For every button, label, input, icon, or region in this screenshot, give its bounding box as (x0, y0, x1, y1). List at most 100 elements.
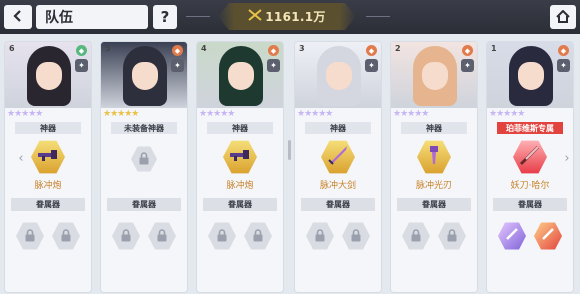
artifact-slot[interactable] (223, 140, 257, 174)
locked-equipment-slot[interactable] (16, 222, 44, 250)
equipment-section-label: 眷属器 (493, 198, 567, 211)
class-icon: ✦ (75, 59, 88, 72)
character-face (518, 62, 544, 90)
locked-equipment-slot[interactable] (342, 222, 370, 250)
artifact-icon (518, 143, 542, 171)
character-face (36, 62, 62, 90)
home-icon (556, 8, 570, 27)
equipment-icon (504, 226, 520, 246)
character-card[interactable]: 4 ◆ ✦ ★★★★★ 神器 脉冲炮 眷属器 (197, 42, 283, 292)
locked-equipment-slot[interactable] (438, 222, 466, 250)
artifact-slot[interactable] (417, 140, 451, 174)
artifact-icon (326, 143, 350, 171)
character-face (422, 62, 448, 90)
character-card[interactable]: 1 ◆ ✦ ★★★★★ 珀菲维斯专属 妖刀·哈尔 眷属器 (487, 42, 573, 292)
lock-icon (138, 150, 150, 169)
artifact-slot[interactable] (513, 140, 547, 174)
character-card[interactable]: 5 ◆ ✦ ★★★★★ 未装备神器 眷属器 (101, 42, 187, 292)
locked-equipment-slot[interactable] (244, 222, 272, 250)
class-icon: ✦ (557, 59, 570, 72)
artifact-name: 妖刀·哈尔 (510, 181, 550, 191)
artifact-slot[interactable] (131, 146, 157, 172)
page-title: 队伍 (36, 5, 148, 29)
artifact-slot[interactable] (321, 140, 355, 174)
lock-icon (24, 227, 36, 246)
equipment-section-label: 眷属器 (107, 198, 181, 211)
artifact-tag: 珀菲维斯专属 (497, 122, 563, 134)
help-button[interactable]: ? (153, 5, 177, 29)
equipment-section-label: 眷属器 (397, 198, 471, 211)
back-arrow-icon (11, 8, 25, 27)
locked-equipment-slot[interactable] (402, 222, 430, 250)
star-rating: ★★★★★ (199, 109, 235, 119)
lock-icon (120, 227, 132, 246)
star-rating: ★★★★★ (7, 109, 43, 119)
locked-equipment-slot[interactable] (112, 222, 140, 250)
next-chevron-icon[interactable]: › (563, 150, 571, 166)
star-rating: ★★★★★ (103, 109, 139, 119)
team-power-value: 1161.1万 (265, 10, 326, 24)
element-icon: ◆ (172, 45, 183, 56)
character-card[interactable]: 2 ◆ ✦ ★★★★★ 神器 脉冲光刃 眷属器 (391, 42, 477, 292)
slot-number: 5 (105, 44, 111, 53)
class-icon: ✦ (365, 59, 378, 72)
character-portrait[interactable]: 1 ◆ ✦ (487, 42, 573, 108)
element-icon: ◆ (268, 45, 279, 56)
equipment-section-label: 眷属器 (203, 198, 277, 211)
character-face (228, 62, 254, 90)
artifact-tag: 神器 (207, 122, 273, 134)
star-rating: ★★★★★ (489, 109, 525, 119)
top-bar: 队伍 ? 1161.1万 (0, 0, 580, 34)
lock-icon (156, 227, 168, 246)
artifact-icon (228, 147, 252, 167)
artifact-tag: 神器 (15, 122, 81, 134)
character-card[interactable]: 6 ◆ ✦ ★★★★★ 神器 脉冲炮 眷属器 (5, 42, 91, 292)
artifact-icon (36, 147, 60, 167)
divider (186, 16, 210, 17)
class-icon: ✦ (171, 59, 184, 72)
back-button[interactable] (4, 5, 32, 29)
locked-equipment-slot[interactable] (52, 222, 80, 250)
lock-icon (314, 227, 326, 246)
element-icon: ◆ (76, 45, 87, 56)
class-icon: ✦ (267, 59, 280, 72)
prev-chevron-icon[interactable]: ‹ (17, 150, 25, 166)
home-button[interactable] (550, 5, 576, 29)
slot-number: 1 (491, 44, 497, 53)
character-face (326, 62, 352, 90)
scroll-indicator[interactable] (288, 140, 291, 160)
equipment-section-label: 眷属器 (11, 198, 85, 211)
crossed-swords-icon (248, 9, 265, 24)
star-rating: ★★★★★ (297, 109, 333, 119)
slot-number: 3 (299, 44, 305, 53)
lock-icon (350, 227, 362, 246)
locked-equipment-slot[interactable] (306, 222, 334, 250)
lock-icon (60, 227, 72, 246)
element-icon: ◆ (366, 45, 377, 56)
equipment-icon (540, 226, 556, 246)
equipment-slot[interactable] (534, 222, 562, 250)
artifact-slot[interactable] (31, 140, 65, 174)
artifact-tag: 神器 (401, 122, 467, 134)
equipment-section-label: 眷属器 (301, 198, 375, 211)
artifact-tag: 神器 (305, 122, 371, 134)
artifact-icon (422, 143, 446, 171)
character-portrait[interactable]: 2 ◆ ✦ (391, 42, 477, 108)
equipment-slot[interactable] (498, 222, 526, 250)
artifact-name: 脉冲光刃 (415, 181, 452, 191)
character-portrait[interactable]: 5 ◆ ✦ (101, 42, 187, 108)
artifact-name: 脉冲大剑 (319, 181, 356, 191)
artifact-name: 脉冲炮 (226, 181, 254, 191)
character-portrait[interactable]: 6 ◆ ✦ (5, 42, 91, 108)
character-card[interactable]: 3 ◆ ✦ ★★★★★ 神器 脉冲大剑 眷属器 (295, 42, 381, 292)
element-icon: ◆ (558, 45, 569, 56)
character-portrait[interactable]: 4 ◆ ✦ (197, 42, 283, 108)
locked-equipment-slot[interactable] (208, 222, 236, 250)
class-icon: ✦ (461, 59, 474, 72)
slot-number: 4 (201, 44, 207, 53)
team-power-display: 1161.1万 (218, 3, 356, 30)
star-rating: ★★★★★ (393, 109, 429, 119)
character-portrait[interactable]: 3 ◆ ✦ (295, 42, 381, 108)
locked-equipment-slot[interactable] (148, 222, 176, 250)
character-face (132, 62, 158, 90)
